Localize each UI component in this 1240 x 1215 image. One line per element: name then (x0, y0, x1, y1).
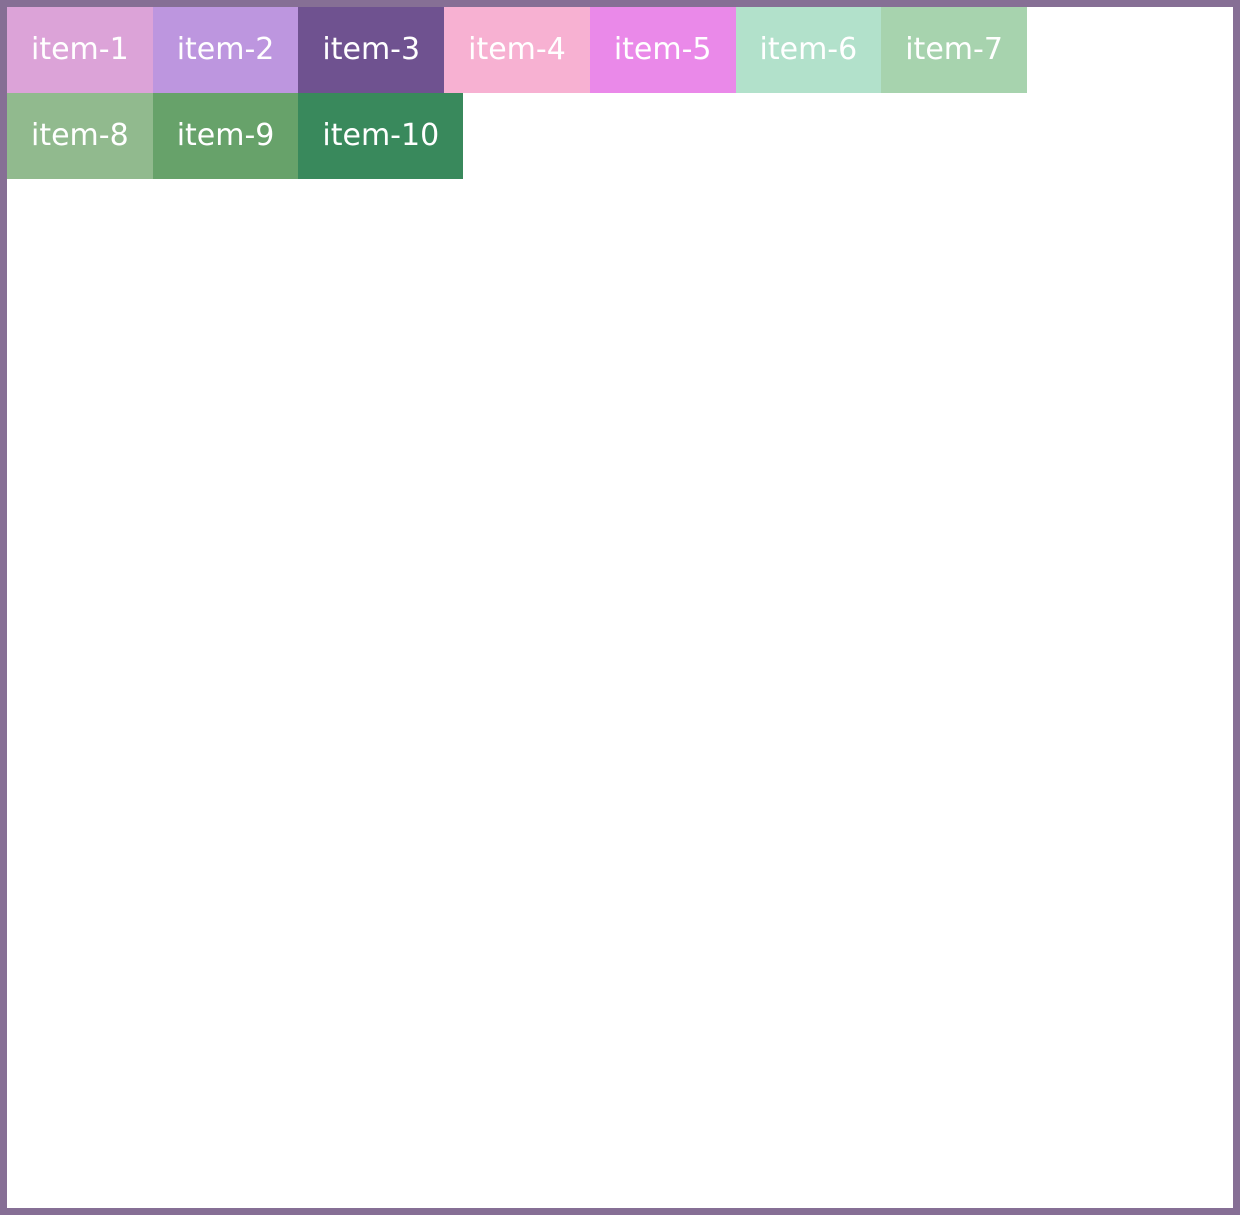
flex-item-7: item-7 (881, 7, 1027, 93)
flex-item-3: item-3 (298, 7, 445, 93)
flex-item-10: item-10 (298, 93, 464, 179)
flex-item-2: item-2 (152, 7, 299, 93)
flex-container-frame: item-1 item-2 item-3 item-4 item-5 item-… (0, 0, 1240, 1215)
flex-item-8: item-8 (7, 93, 153, 179)
flex-item-4: item-4 (444, 7, 590, 93)
flex-item-5: item-5 (589, 7, 736, 93)
flex-item-6: item-6 (735, 7, 882, 93)
flex-container: item-1 item-2 item-3 item-4 item-5 item-… (7, 7, 1107, 179)
flex-item-1: item-1 (7, 7, 153, 93)
flex-item-9: item-9 (152, 93, 299, 179)
